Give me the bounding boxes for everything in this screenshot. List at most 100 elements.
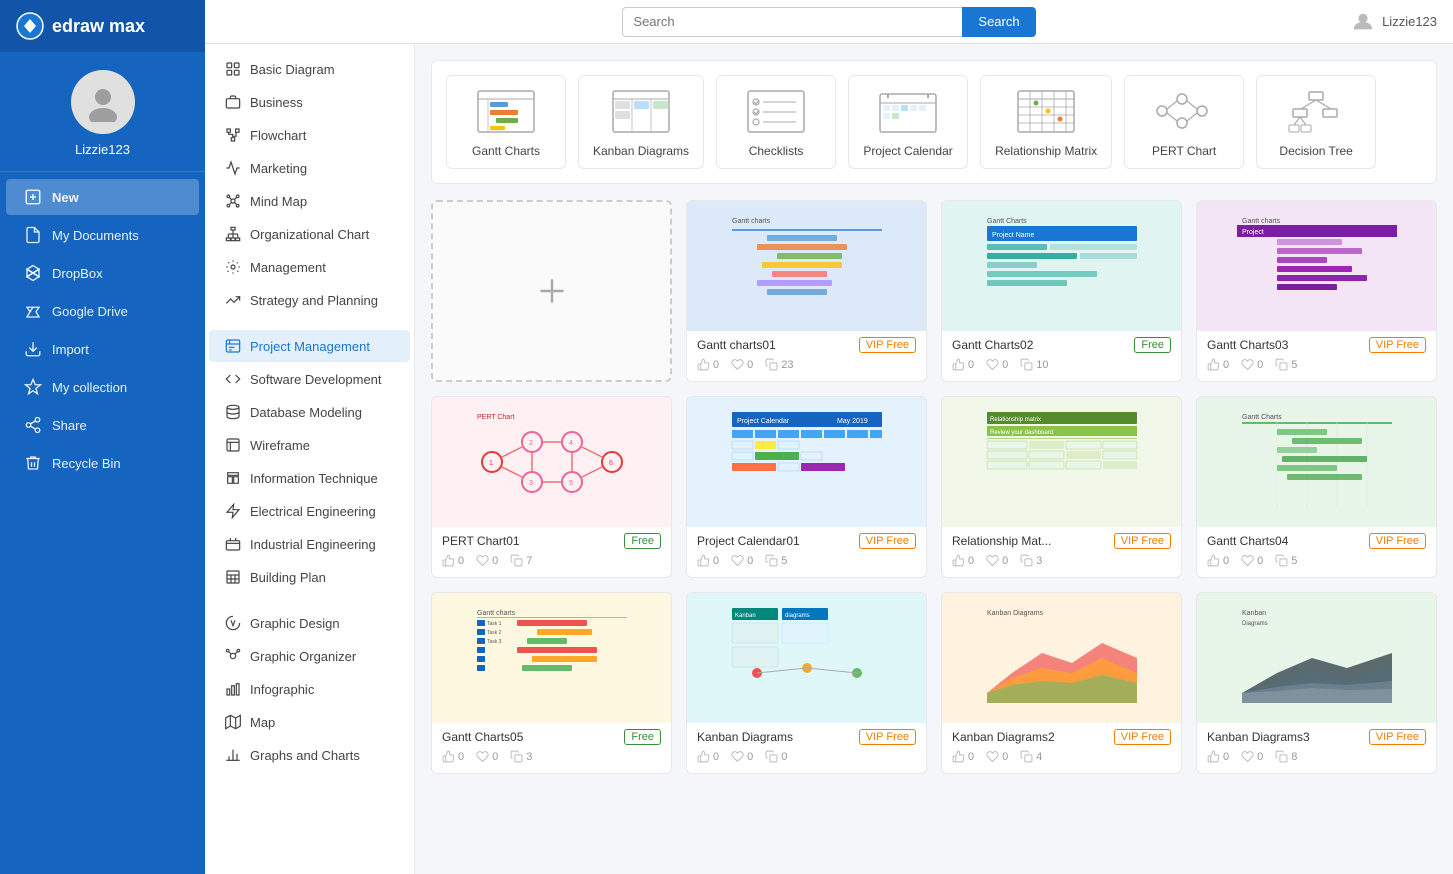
diagram-info-gantt02: Gantt Charts02 Free 0 0 10 xyxy=(942,331,1181,381)
diagram-info-calendar01: Project Calendar01 VIP Free 0 0 5 xyxy=(687,527,926,577)
diagram-card-kanban01[interactable]: Kanban diagrams xyxy=(686,592,927,774)
graphic-organizer-icon xyxy=(225,648,241,664)
divider1 xyxy=(205,317,414,329)
sec-sidebar-org-chart[interactable]: Organizational Chart xyxy=(209,218,410,250)
sidebar-label-dropbox: DropBox xyxy=(52,266,103,281)
main-content: Gantt Charts xyxy=(415,44,1453,874)
sec-sidebar-basic-diagram[interactable]: Basic Diagram xyxy=(209,53,410,85)
sec-sidebar-mind-map[interactable]: Mind Map xyxy=(209,185,410,217)
template-categories-row: Gantt Charts xyxy=(431,60,1437,184)
plus-icon xyxy=(532,271,572,311)
heart-icon10 xyxy=(986,750,999,763)
badge-gantt05: Free xyxy=(624,729,661,745)
sec-sidebar-electrical-eng[interactable]: Electrical Engineering xyxy=(209,495,410,527)
sec-sidebar-graphic-organizer[interactable]: Graphic Organizer xyxy=(209,640,410,672)
sidebar-item-dropbox[interactable]: DropBox xyxy=(6,255,199,291)
sec-label-management: Management xyxy=(250,260,326,275)
sidebar-label-recycle-bin: Recycle Bin xyxy=(52,456,121,471)
infographic-icon xyxy=(225,681,241,697)
sec-sidebar-business[interactable]: Business xyxy=(209,86,410,118)
sidebar-item-my-documents[interactable]: My Documents xyxy=(6,217,199,253)
sidebar-item-new[interactable]: New xyxy=(6,179,199,215)
svg-text:6: 6 xyxy=(609,460,613,467)
template-card-kanban-diagrams[interactable]: Kanban Diagrams xyxy=(578,75,704,169)
diagram-card-gantt01[interactable]: Gantt charts Gantt xyxy=(686,200,927,382)
sidebar-item-google-drive[interactable]: Google Drive xyxy=(6,293,199,329)
gantt05-preview: Gantt charts Task 1 Task 2 Task 3 xyxy=(472,603,632,713)
diagram-info-relmatrix01: Relationship Mat... VIP Free 0 0 3 xyxy=(942,527,1181,577)
diagram-card-relmatrix01[interactable]: Relationship matrix Review your dashboar… xyxy=(941,396,1182,578)
strategy-icon xyxy=(225,292,241,308)
svg-text:Task 2: Task 2 xyxy=(487,630,502,636)
diagram-thumb-gantt05: Gantt charts Task 1 Task 2 Task 3 xyxy=(432,593,671,723)
diagram-card-gantt05[interactable]: Gantt charts Task 1 Task 2 Task 3 xyxy=(431,592,672,774)
template-card-gantt-charts[interactable]: Gantt Charts xyxy=(446,75,566,169)
like-icon5 xyxy=(697,554,710,567)
template-card-relationship-matrix[interactable]: Relationship Matrix xyxy=(980,75,1112,169)
sidebar-label-share: Share xyxy=(52,418,87,433)
diagram-thumb-calendar01: Project Calendar May 2019 xyxy=(687,397,926,527)
template-card-decision-tree[interactable]: Decision Tree xyxy=(1256,75,1376,169)
building-plan-icon xyxy=(225,569,241,585)
sec-sidebar-wireframe[interactable]: Wireframe xyxy=(209,429,410,461)
diagram-card-gantt03[interactable]: Gantt charts Project xyxy=(1196,200,1437,382)
likes-gantt01: 0 xyxy=(697,358,719,371)
sec-sidebar-strategy[interactable]: Strategy and Planning xyxy=(209,284,410,316)
like-icon10 xyxy=(952,750,965,763)
decision-tree-icon-container xyxy=(1286,86,1346,136)
diagram-info-row-gantt01: Gantt charts01 VIP Free xyxy=(697,337,916,353)
svg-text:2: 2 xyxy=(529,440,533,447)
copy-icon2 xyxy=(1020,358,1033,371)
gantt-charts-svg xyxy=(476,89,536,134)
sidebar-item-recycle-bin[interactable]: Recycle Bin xyxy=(6,445,199,481)
google-drive-icon xyxy=(24,302,42,320)
kanban01-preview: Kanban diagrams xyxy=(727,603,887,713)
diagram-card-gantt04[interactable]: Gantt Charts xyxy=(1196,396,1437,578)
diagram-name-relmatrix01: Relationship Mat... xyxy=(952,534,1051,548)
secondary-sidebar: Basic Diagram Business Flowchart Marketi… xyxy=(205,44,415,874)
sec-sidebar-database-modeling[interactable]: Database Modeling xyxy=(209,396,410,428)
logo[interactable]: edraw max xyxy=(0,0,205,52)
sec-sidebar-info-technique[interactable]: Information Technique xyxy=(209,462,410,494)
sidebar-item-import[interactable]: Import xyxy=(6,331,199,367)
sec-sidebar-graphs-charts[interactable]: Graphs and Charts xyxy=(209,739,410,771)
sec-sidebar-marketing[interactable]: Marketing xyxy=(209,152,410,184)
sec-label-electrical-eng: Electrical Engineering xyxy=(250,504,376,519)
search-button[interactable]: Search xyxy=(962,7,1035,37)
diagram-card-pert01[interactable]: PERT Chart 1 2 3 4 5 6 xyxy=(431,396,672,578)
diagram-card-kanban03[interactable]: Kanban Diagrams Kanban Diagrams3 VI xyxy=(1196,592,1437,774)
sec-sidebar-building-plan[interactable]: Building Plan xyxy=(209,561,410,593)
diagram-card-calendar01[interactable]: Project Calendar May 2019 xyxy=(686,396,927,578)
sec-sidebar-infographic[interactable]: Infographic xyxy=(209,673,410,705)
sec-sidebar-graphic-design[interactable]: Graphic Design xyxy=(209,607,410,639)
diagram-card-new[interactable] xyxy=(431,200,672,382)
copy-icon9 xyxy=(765,750,778,763)
diagram-info-pert01: PERT Chart01 Free 0 0 7 xyxy=(432,527,671,577)
template-card-pert-chart[interactable]: PERT Chart xyxy=(1124,75,1244,169)
svg-text:Task 1: Task 1 xyxy=(487,621,502,627)
sec-sidebar-flowchart[interactable]: Flowchart xyxy=(209,119,410,151)
template-card-checklists[interactable]: Checklists xyxy=(716,75,836,169)
sec-sidebar-industrial-eng[interactable]: Industrial Engineering xyxy=(209,528,410,560)
sidebar-item-share[interactable]: Share xyxy=(6,407,199,443)
copy-icon8 xyxy=(510,750,523,763)
svg-text:PERT Chart: PERT Chart xyxy=(477,414,515,421)
diagram-card-kanban02[interactable]: Kanban Diagrams Kanban Diagrams2 VIP Fre… xyxy=(941,592,1182,774)
diagram-card-gantt02[interactable]: Gantt Charts Project Name xyxy=(941,200,1182,382)
search-input[interactable] xyxy=(622,7,962,37)
sidebar-item-my-collection[interactable]: My collection xyxy=(6,369,199,405)
template-card-project-calendar[interactable]: Project Calendar xyxy=(848,75,968,169)
industrial-engineering-icon xyxy=(225,536,241,552)
copy-icon6 xyxy=(1020,554,1033,567)
main-area: Search Lizzie123 Basic Diagram Business … xyxy=(205,0,1453,874)
sec-sidebar-management[interactable]: Management xyxy=(209,251,410,283)
sec-sidebar-software-dev[interactable]: Software Development xyxy=(209,363,410,395)
sec-sidebar-project-management[interactable]: Project Management xyxy=(209,330,410,362)
sec-label-building-plan: Building Plan xyxy=(250,570,326,585)
badge-kanban02: VIP Free xyxy=(1114,729,1171,745)
sidebar-label-my-collection: My collection xyxy=(52,380,127,395)
diagram-stats-pert01: 0 0 7 xyxy=(442,554,661,567)
sec-sidebar-map[interactable]: Map xyxy=(209,706,410,738)
diagram-grid: Gantt charts Gantt xyxy=(431,200,1437,774)
gantt04-preview: Gantt Charts xyxy=(1237,407,1397,517)
